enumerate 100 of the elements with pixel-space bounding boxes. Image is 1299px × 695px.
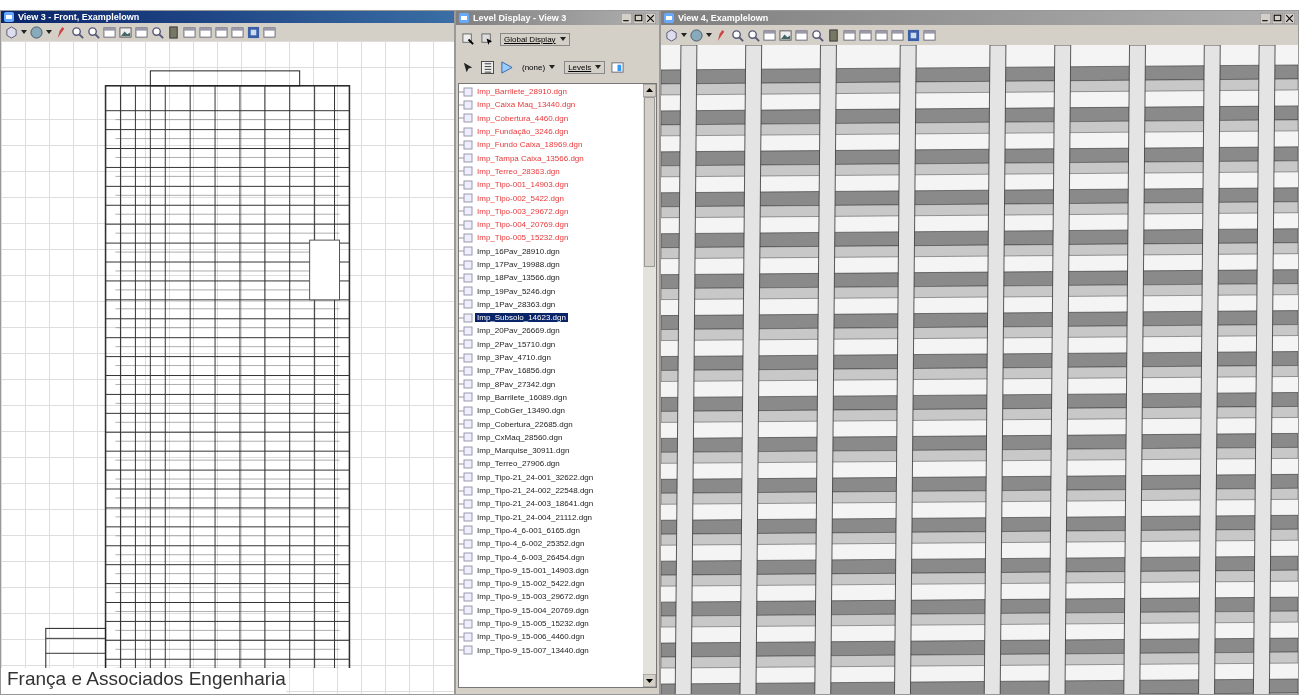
window-icon[interactable] (215, 25, 228, 39)
window-icon[interactable] (611, 60, 625, 74)
magnifier-icon[interactable] (71, 25, 84, 39)
scrollbar[interactable] (643, 84, 656, 687)
close-button[interactable] (645, 12, 656, 24)
file-name[interactable]: Imp_Tipo-9_15-001_14903.dgn (475, 565, 591, 575)
image-icon[interactable] (779, 28, 792, 42)
file-name[interactable]: Imp_Barrilete_28910.dgn (475, 87, 569, 97)
file-name[interactable]: Imp_CobGer_13490.dgn (475, 406, 568, 416)
file-name[interactable]: Imp_17Pav_19988.dgn (475, 260, 562, 269)
cube-icon[interactable] (5, 25, 18, 39)
dropdown-arrow-icon[interactable] (549, 64, 556, 70)
file-name[interactable]: Imp_2Pav_15710.dgn (475, 339, 558, 349)
list-view-icon[interactable] (481, 60, 494, 74)
file-name[interactable]: Imp_Subsolo_14623.dgn (475, 313, 568, 323)
reference-file-icon (459, 312, 473, 323)
file-name[interactable]: Imp_Tipo-001_14903.dgn (475, 180, 571, 190)
reference-file-icon (459, 153, 473, 164)
window-icon[interactable] (795, 28, 808, 42)
file-name[interactable]: Imp_Tipo-9_15-004_20769.dgn (475, 605, 591, 615)
file-name[interactable]: Imp_Tipo-21_24-004_21112.dgn (475, 512, 595, 522)
magnifier-icon[interactable] (747, 28, 760, 42)
dropdown-arrow-icon[interactable] (46, 29, 52, 35)
levels-dropdown[interactable]: Levels (564, 60, 606, 74)
dropdown-arrow-icon[interactable] (559, 36, 566, 42)
file-name[interactable]: Imp_8Pav_27342.dgn (475, 379, 558, 389)
file-name[interactable]: Imp_Caixa Maq_13440.dgn (475, 100, 578, 110)
file-name[interactable]: Imp_Tipo-9_15-007_13440.dgn (475, 645, 591, 655)
file-name[interactable]: Imp_19Pav_5246.dgn (475, 286, 558, 296)
magnifier-icon[interactable] (87, 25, 100, 39)
play-icon[interactable] (500, 60, 513, 74)
window-icon[interactable] (891, 28, 904, 42)
minimize-button[interactable] (1260, 12, 1271, 24)
scroll-up-arrow-icon[interactable] (643, 84, 656, 97)
file-name[interactable]: Imp_CxMaq_28560.dgn (475, 432, 565, 442)
file-name[interactable]: Imp_Tipo-4_6-003_26454.dgn (475, 552, 587, 562)
file-name[interactable]: Imp_Tipo-4_6-001_6165.dgn (475, 525, 582, 535)
file-name[interactable]: Imp_16Pav_28910.dgn (475, 246, 562, 256)
reference-file-icon (459, 352, 473, 363)
maximize-button[interactable] (633, 12, 644, 24)
file-name[interactable]: Imp_Tipo-21_24-002_22548.dgn (475, 486, 596, 496)
window-icon[interactable] (763, 28, 776, 42)
file-name[interactable]: Imp_Tipo-9_15-003_29672.dgn (475, 592, 591, 602)
minimize-button[interactable] (621, 12, 632, 24)
reference-file-icon (459, 365, 473, 376)
file-name[interactable]: Imp_Cobertura_4460.dgn (475, 113, 571, 123)
window-title: Level Display - View 3 (473, 13, 568, 23)
magnifier-icon[interactable] (811, 28, 824, 42)
window-icon[interactable] (103, 25, 116, 39)
cursor-icon[interactable] (481, 32, 494, 46)
file-name[interactable]: Imp_1Pav_28363.dgn (475, 299, 558, 309)
image-icon[interactable] (119, 25, 132, 39)
window-icon[interactable] (231, 25, 244, 39)
file-name[interactable]: Imp_Tipo-002_5422.dgn (475, 193, 566, 203)
reference-file-icon (459, 99, 473, 110)
file-name[interactable]: Imp_3Pav_4710.dgn (475, 353, 553, 363)
book-icon[interactable] (167, 25, 180, 39)
window-icon[interactable] (843, 28, 856, 42)
scroll-down-arrow-icon[interactable] (643, 674, 656, 687)
book-icon[interactable] (827, 28, 840, 42)
file-name[interactable]: Imp_18Pav_13566.dgn (475, 273, 562, 283)
window-icon[interactable] (875, 28, 888, 42)
file-name[interactable]: Imp_Barrilete_16089.dgn (475, 392, 569, 402)
file-name[interactable]: Imp_Tampa Caixa_13566.dgn (475, 153, 586, 163)
file-name[interactable]: Imp_Fundação_3246.dgn (475, 127, 571, 137)
window-icon[interactable] (263, 25, 276, 39)
dropdown-arrow-icon[interactable] (681, 32, 687, 38)
file-name[interactable]: Imp_20Pav_26669.dgn (475, 326, 562, 336)
file-name[interactable]: Imp_Tipo-004_20769.dgn (475, 220, 571, 230)
window-icon[interactable] (199, 25, 212, 39)
file-name[interactable]: Imp_Tipo-4_6-002_25352.dgn (475, 539, 587, 549)
reference-file-icon (459, 86, 473, 97)
close-button[interactable] (1284, 12, 1295, 24)
cube-icon[interactable] (665, 28, 678, 42)
reference-file-icon (459, 432, 473, 443)
file-name[interactable]: Imp_Tipo-21_24-003_18641.dgn (475, 499, 596, 509)
file-name[interactable]: Imp_Tipo-005_15232.dgn (475, 233, 571, 243)
dropdown-arrow-icon[interactable] (595, 64, 602, 70)
window-icon[interactable] (183, 25, 196, 39)
file-name[interactable]: Imp_Fundo Caixa_18969.dgn (475, 140, 585, 150)
magnifier-icon[interactable] (151, 25, 164, 39)
maximize-button[interactable] (1272, 12, 1283, 24)
magnifier-icon[interactable] (731, 28, 744, 42)
window-icon[interactable] (135, 25, 148, 39)
dropdown-arrow-icon[interactable] (706, 32, 712, 38)
file-name[interactable]: Imp_Tipo-9_15-002_5422.dgn (475, 579, 587, 589)
file-name[interactable]: Imp_Tipo-9_15-005_15232.dgn (475, 619, 591, 628)
file-name[interactable]: Imp_Tipo-21_24-001_32622.dgn (475, 472, 596, 482)
file-name[interactable]: Imp_Tipo-003_29672.dgn (475, 206, 571, 216)
file-name[interactable]: Imp_Marquise_30911.dgn (475, 446, 572, 456)
window-icon[interactable] (859, 28, 872, 42)
file-name[interactable]: Imp_Terreo_28363.dgn (475, 166, 562, 176)
dropdown-arrow-icon[interactable] (21, 29, 27, 35)
file-name[interactable]: Imp_7Pav_16856.dgn (475, 366, 558, 376)
window-icon[interactable] (923, 28, 936, 42)
pointer-icon[interactable] (462, 60, 475, 74)
file-name[interactable]: Imp_Tipo-9_15-006_4460.dgn (475, 632, 587, 642)
file-name[interactable]: Imp_Cobertura_22685.dgn (475, 419, 575, 429)
display-dropdown[interactable]: Global Display (500, 32, 570, 46)
file-name[interactable]: Imp_Terreo_27906.dgn (475, 459, 562, 469)
